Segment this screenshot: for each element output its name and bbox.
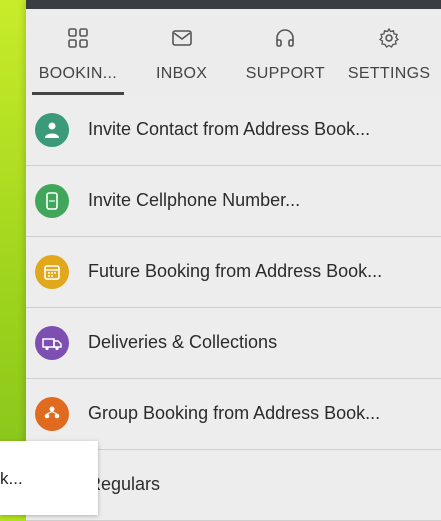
delivery-truck-icon	[35, 326, 69, 360]
tab-support[interactable]: SUPPORT	[234, 9, 338, 95]
menu-item-future-booking[interactable]: Future Booking from Address Book...	[26, 237, 441, 308]
tab-label-booking: BOOKIN...	[38, 65, 118, 82]
menu-item-label: Regulars	[88, 474, 161, 494]
menu-item-deliveries[interactable]: Deliveries & Collections	[26, 308, 441, 379]
menu-item-label: Invite Contact from Address Book...	[88, 119, 371, 139]
overlay-popup: k...	[0, 441, 98, 515]
phone-icon	[35, 184, 69, 218]
headphones-icon	[276, 29, 295, 47]
group-icon	[35, 397, 69, 431]
menu-item-invite-cellphone[interactable]: Invite Cellphone Number...	[26, 166, 441, 237]
booking-panel: BOOKIN... INBOX SUPPORT SETTINGS Invite …	[26, 0, 441, 521]
menu-item-label: Group Booking from Address Book...	[88, 403, 381, 423]
contact-icon	[35, 113, 69, 147]
background-strip	[0, 0, 26, 515]
tab-label-settings: SETTINGS	[347, 65, 431, 82]
grid-icon	[68, 28, 88, 48]
tab-label-inbox: INBOX	[155, 65, 208, 82]
mail-icon	[171, 30, 192, 46]
tab-inbox[interactable]: INBOX	[130, 9, 234, 95]
menu-item-group-booking[interactable]: Group Booking from Address Book...	[26, 379, 441, 450]
calendar-icon	[35, 255, 69, 289]
menu-item-label: Deliveries & Collections	[88, 332, 278, 352]
tab-label-support: SUPPORT	[245, 65, 325, 82]
gear-icon	[379, 27, 400, 48]
tab-settings[interactable]: SETTINGS	[337, 9, 441, 95]
tab-bar: BOOKIN... INBOX SUPPORT SETTINGS	[26, 9, 441, 95]
overlay-text: k...	[0, 469, 23, 488]
menu-item-invite-contact[interactable]: Invite Contact from Address Book...	[26, 95, 441, 166]
menu-item-label: Future Booking from Address Book...	[88, 261, 383, 281]
tab-booking[interactable]: BOOKIN...	[26, 9, 130, 95]
top-edge-bar	[26, 0, 441, 9]
menu-item-label: Invite Cellphone Number...	[88, 190, 301, 210]
